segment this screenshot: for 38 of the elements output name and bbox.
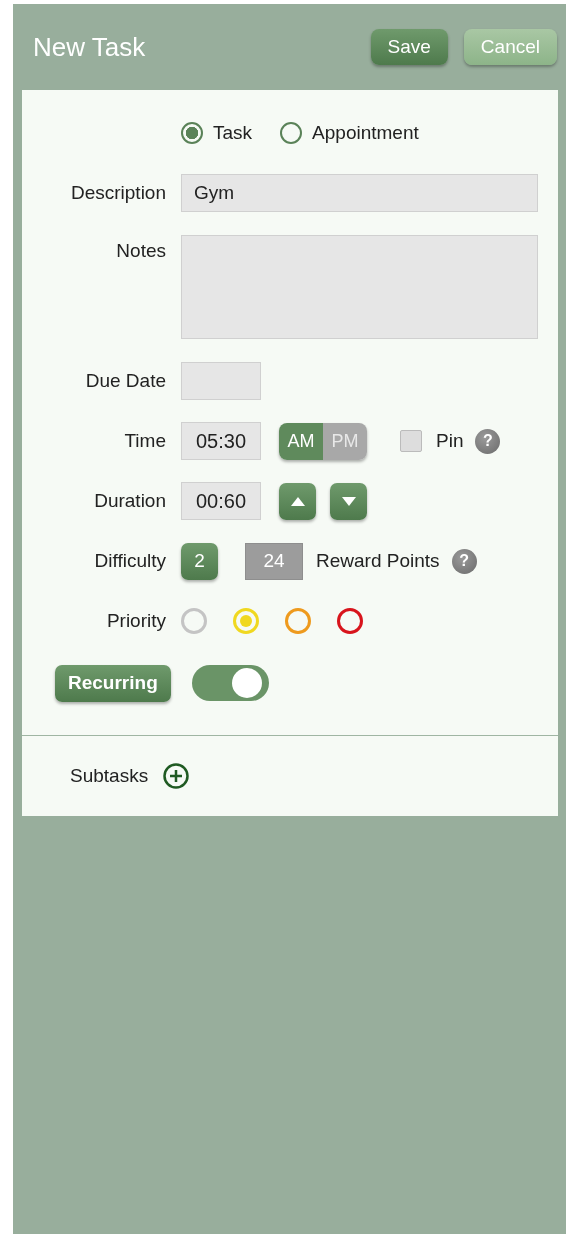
help-icon[interactable]: ? (475, 428, 501, 454)
notes-field[interactable] (181, 235, 538, 339)
field-label: Priority (106, 610, 166, 632)
priority-radio[interactable] (337, 608, 363, 634)
help-icon[interactable]: ? (451, 548, 477, 574)
due-date-field[interactable] (181, 362, 261, 400)
section-label: Subtasks (70, 765, 149, 787)
radio-button[interactable] (280, 122, 303, 144)
cancel-button[interactable]: Cancel (463, 29, 557, 65)
radio-label: Task (213, 122, 253, 144)
description-field[interactable]: Gym (181, 174, 538, 212)
duration-field[interactable]: 00:60 (181, 482, 261, 520)
field-label: Description (70, 182, 166, 204)
difficulty-button[interactable]: 2 (181, 542, 218, 580)
increase-button[interactable] (279, 482, 316, 520)
checkbox-label: Pin (436, 430, 464, 452)
save-button[interactable]: Save (370, 29, 448, 65)
decrease-button[interactable] (330, 482, 367, 520)
add-icon[interactable] (163, 763, 190, 789)
recurring-button[interactable]: Recurring (55, 664, 171, 702)
down-triangle-icon (341, 496, 356, 506)
meridiem-toggle[interactable]: AM (279, 422, 323, 460)
recurring-switch[interactable] (191, 665, 269, 701)
window-title: New Task (33, 31, 147, 63)
field-label: Notes (116, 240, 166, 262)
field-label: Time (124, 430, 166, 452)
field-label: Duration (94, 490, 166, 512)
reward-points-label: Reward Points (316, 550, 440, 572)
field-label: Due Date (85, 370, 166, 392)
reward-points-field: 24 (245, 542, 303, 580)
pin-checkbox[interactable] (400, 430, 422, 452)
priority-radio[interactable] (181, 608, 207, 634)
up-triangle-icon (290, 496, 305, 506)
field-label: Difficulty (94, 550, 166, 572)
time-field[interactable]: 05:30 (181, 422, 261, 460)
priority-radio[interactable] (285, 608, 311, 634)
radio-button[interactable] (181, 122, 203, 144)
radio-label: Appointment (312, 122, 419, 144)
